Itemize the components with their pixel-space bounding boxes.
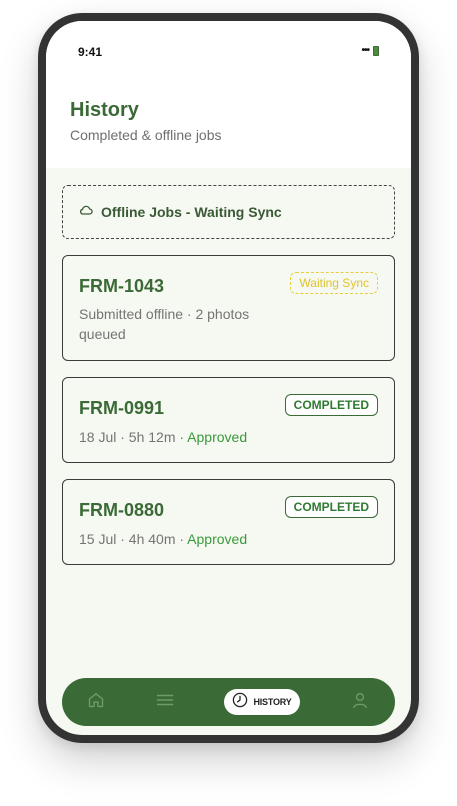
phone-frame: 9:41 ••• History Completed & offline job… — [38, 13, 419, 743]
job-meta-text: Submitted offline · 2 photos queued — [79, 306, 250, 342]
cloud-icon — [79, 203, 93, 221]
nav-history-label: HISTORY — [253, 697, 292, 707]
status-badge: COMPLETED — [284, 394, 378, 416]
status-time: 9:41 — [78, 45, 103, 59]
job-id: FRM-1043 — [79, 276, 165, 296]
job-meta-text: 15 Jul · 4h 40m · — [79, 531, 188, 547]
user-icon — [351, 691, 369, 714]
job-meta-status: Approved — [187, 531, 248, 547]
offline-jobs-label: Offline Jobs - Waiting Sync — [101, 204, 282, 220]
nav-menu[interactable] — [153, 690, 177, 714]
job-card[interactable]: FRM-1043 Waiting Sync Submitted offline … — [62, 255, 395, 361]
job-meta: 15 Jul · 4h 40m · Approved — [79, 529, 247, 549]
job-card[interactable]: FRM-0991 COMPLETED 18 Jul · 5h 12m · App… — [62, 377, 395, 463]
home-icon — [87, 691, 105, 714]
job-id: FRM-0880 — [79, 500, 165, 520]
job-meta-status: Approved — [187, 429, 248, 445]
bottom-nav: HISTORY — [62, 678, 395, 726]
job-card[interactable]: FRM-0880 COMPLETED 15 Jul · 4h 40m · App… — [62, 479, 395, 565]
app-screen: 9:41 ••• History Completed & offline job… — [46, 21, 411, 735]
page-subtitle: Completed & offline jobs — [70, 127, 222, 143]
menu-icon — [156, 691, 174, 714]
job-meta-text: 18 Jul · 5h 12m · — [79, 429, 188, 445]
job-id: FRM-0991 — [79, 398, 165, 418]
battery-icon — [373, 45, 379, 56]
clock-icon — [232, 692, 248, 713]
offline-jobs-section[interactable]: Offline Jobs - Waiting Sync — [62, 185, 395, 239]
status-indicators: ••• — [361, 45, 379, 56]
job-meta: 18 Jul · 5h 12m · Approved — [79, 427, 247, 447]
page-title: History — [70, 99, 139, 121]
status-badge: COMPLETED — [284, 496, 378, 518]
nav-home[interactable] — [84, 690, 108, 714]
status-badge: Waiting Sync — [290, 272, 378, 294]
job-meta: Submitted offline · 2 photos queued — [79, 304, 289, 344]
signal-dots: ••• — [361, 45, 369, 56]
nav-profile[interactable] — [348, 690, 372, 714]
nav-history[interactable]: HISTORY — [224, 689, 300, 715]
page-header: 9:41 ••• History Completed & offline job… — [46, 21, 411, 168]
